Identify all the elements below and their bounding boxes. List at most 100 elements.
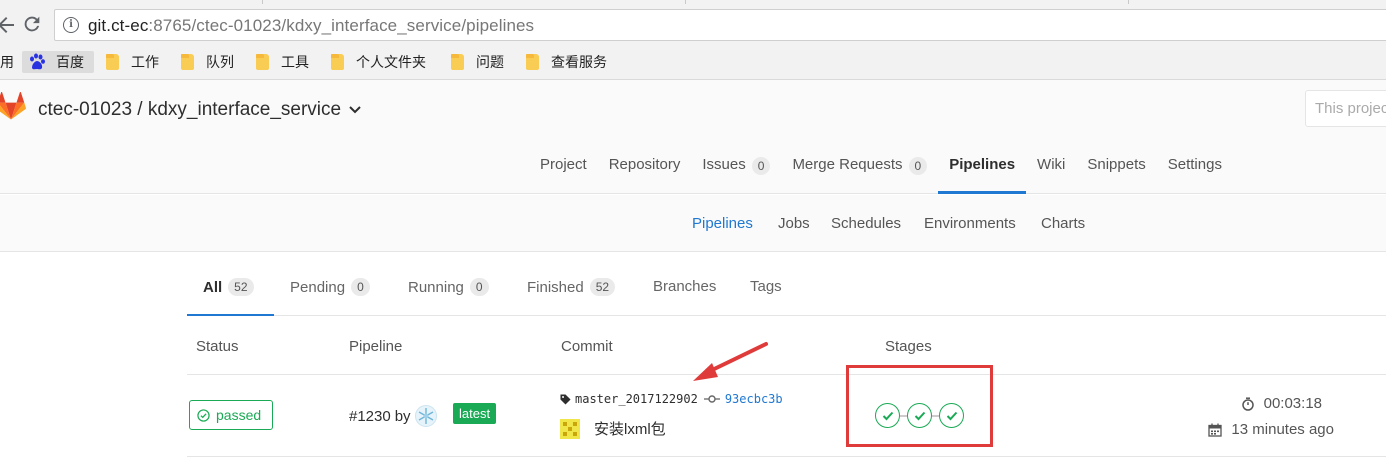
nav-tab-snippets[interactable]: Snippets	[1087, 144, 1145, 194]
sub-tab-pipelines[interactable]: Pipelines	[692, 215, 753, 232]
scope-tab-tags[interactable]: Tags	[750, 278, 782, 295]
nav-tab-wiki[interactable]: Wiki	[1037, 144, 1065, 194]
nav-tab-label: Merge Requests	[792, 156, 903, 173]
bookmark-folder-issues[interactable]: 问题	[451, 51, 504, 73]
scope-tab-label: Finished	[527, 278, 584, 296]
status-badge[interactable]: passed	[189, 400, 273, 430]
folder-icon	[526, 54, 539, 70]
project-search[interactable]	[1305, 90, 1386, 127]
pipeline-id-link[interactable]: #1230	[349, 408, 391, 425]
nav-tab-pipelines[interactable]: Pipelines	[938, 144, 1026, 194]
folder-icon	[106, 54, 119, 70]
gitlab-header: ctec-01023 / kdxy_interface_service Proj…	[0, 80, 1386, 194]
bookmark-label: 工具	[281, 54, 309, 70]
annotation-highlight-box	[846, 365, 993, 447]
nav-tab-merge-requests[interactable]: Merge Requests 0	[792, 144, 928, 194]
scope-tab-label: All	[203, 278, 223, 296]
commit-title-link[interactable]: 安装lxml包	[594, 418, 666, 439]
address-bar[interactable]: i git.ct-ec:8765/ctec-01023/kdxy_interfa…	[54, 9, 1386, 41]
bookmark-folder-personal[interactable]: 个人文件夹	[331, 51, 426, 73]
nav-tab-label: Settings	[1167, 156, 1222, 173]
user-avatar[interactable]	[414, 405, 437, 427]
bookmark-label: 用	[0, 54, 14, 70]
pipelines-sub-nav: Pipelines Jobs Schedules Environments Ch…	[0, 195, 1386, 252]
bookmark-label: 百度	[56, 54, 84, 70]
scope-tab-branches[interactable]: Branches	[653, 278, 716, 295]
bookmark-apps[interactable]: 用	[0, 51, 14, 73]
bookmark-folder-tools[interactable]: 工具	[256, 51, 309, 73]
bookmark-label: 工作	[131, 54, 159, 70]
sub-tab-jobs[interactable]: Jobs	[778, 215, 810, 232]
url-text[interactable]: git.ct-ec:8765/ctec-01023/kdxy_interface…	[88, 16, 534, 36]
active-tab-indicator	[187, 314, 274, 316]
bookmark-baidu[interactable]: 百度	[22, 51, 94, 73]
info-icon[interactable]: i	[63, 17, 79, 33]
bookmark-label: 个人文件夹	[356, 54, 426, 70]
pipelines-table-header: Status Pipeline Commit Stages	[187, 317, 1386, 375]
count-badge: 0	[751, 157, 771, 175]
scope-tab-label: Pending	[290, 278, 346, 296]
project-nav: Project Repository Issues 0 Merge Request…	[540, 144, 1222, 194]
count-badge: 52	[589, 278, 616, 296]
bookmark-folder-queue[interactable]: 队列	[181, 51, 234, 73]
commit-author-avatar[interactable]	[560, 418, 580, 439]
commit-message: 安装lxml包	[560, 418, 666, 439]
column-header-status: Status	[196, 338, 239, 355]
pipeline-finished-at: 13 minutes ago	[1208, 421, 1334, 438]
bookmark-folder-services[interactable]: 查看服务	[526, 51, 607, 73]
bookmarks-bar: 用 百度 工作 队列 工具 个人文件夹 问题 查看服务	[0, 44, 1386, 80]
nav-tab-label: Issues	[702, 156, 746, 173]
scope-tab-label: Tags	[750, 278, 782, 295]
calendar-icon	[1208, 423, 1223, 437]
scope-tab-all[interactable]: All 52	[203, 278, 254, 296]
timer-icon	[1241, 396, 1254, 411]
tab-divider	[685, 0, 686, 4]
browser-toolbar: i git.ct-ec:8765/ctec-01023/kdxy_interfa…	[0, 6, 1386, 44]
scope-tab-label: Branches	[653, 278, 717, 295]
nav-tab-label: Project	[540, 156, 587, 173]
sub-tab-environments[interactable]: Environments	[924, 215, 1016, 232]
count-badge: 0	[469, 278, 489, 296]
branch-name-link[interactable]: master_2017122902	[575, 392, 698, 406]
bookmark-folder-work[interactable]: 工作	[106, 51, 159, 73]
pipeline-duration: 00:03:18	[1241, 395, 1322, 412]
nav-tab-label: Wiki	[1037, 156, 1066, 173]
count-badge: 52	[228, 278, 254, 296]
count-badge: 0	[351, 278, 370, 296]
scope-tab-pending[interactable]: Pending 0	[290, 278, 370, 296]
nav-tab-settings[interactable]: Settings	[1168, 144, 1222, 194]
scope-tab-finished[interactable]: Finished 52	[527, 278, 616, 296]
nav-tab-label: Repository	[608, 156, 681, 173]
nav-tab-project[interactable]: Project	[540, 144, 587, 194]
annotation-arrow-icon	[693, 342, 768, 381]
gitlab-logo-icon[interactable]	[0, 92, 26, 122]
pipeline-scope-tabs: All 52 Pending 0 Running 0 Finished 52 Branc…	[187, 253, 1386, 316]
nav-tab-repository[interactable]: Repository	[609, 144, 681, 194]
count-badge: 0	[908, 157, 928, 175]
tag-icon	[560, 393, 571, 405]
commit-icon	[703, 395, 720, 403]
bookmark-label: 问题	[476, 54, 504, 70]
scope-tab-running[interactable]: Running 0	[408, 278, 489, 296]
sub-tab-charts[interactable]: Charts	[1041, 215, 1085, 232]
url-path: :8765/ctec-01023/kdxy_interface_service/…	[148, 16, 535, 35]
commit-sha-link[interactable]: 93ecbc3b	[725, 392, 783, 406]
tab-divider	[1128, 0, 1129, 4]
latest-badge: latest	[453, 403, 497, 424]
reload-icon[interactable]	[20, 13, 44, 37]
baidu-icon	[30, 53, 45, 70]
duration-value: 00:03:18	[1263, 395, 1322, 412]
commit-ref: master_2017122902 93ecbc3b	[560, 392, 783, 406]
search-input[interactable]	[1315, 100, 1386, 117]
bookmark-label: 查看服务	[551, 54, 607, 70]
back-icon[interactable]	[0, 13, 18, 37]
finished-time-ago: 13 minutes ago	[1231, 421, 1334, 438]
sub-tab-schedules[interactable]: Schedules	[831, 215, 901, 232]
url-host: git.ct-ec	[88, 16, 149, 35]
chevron-down-icon[interactable]	[349, 103, 361, 117]
check-circle-icon	[197, 408, 210, 422]
folder-icon	[181, 54, 194, 70]
tab-divider	[262, 0, 263, 4]
project-title[interactable]: ctec-01023 / kdxy_interface_service	[38, 99, 361, 121]
nav-tab-issues[interactable]: Issues 0	[702, 144, 771, 194]
